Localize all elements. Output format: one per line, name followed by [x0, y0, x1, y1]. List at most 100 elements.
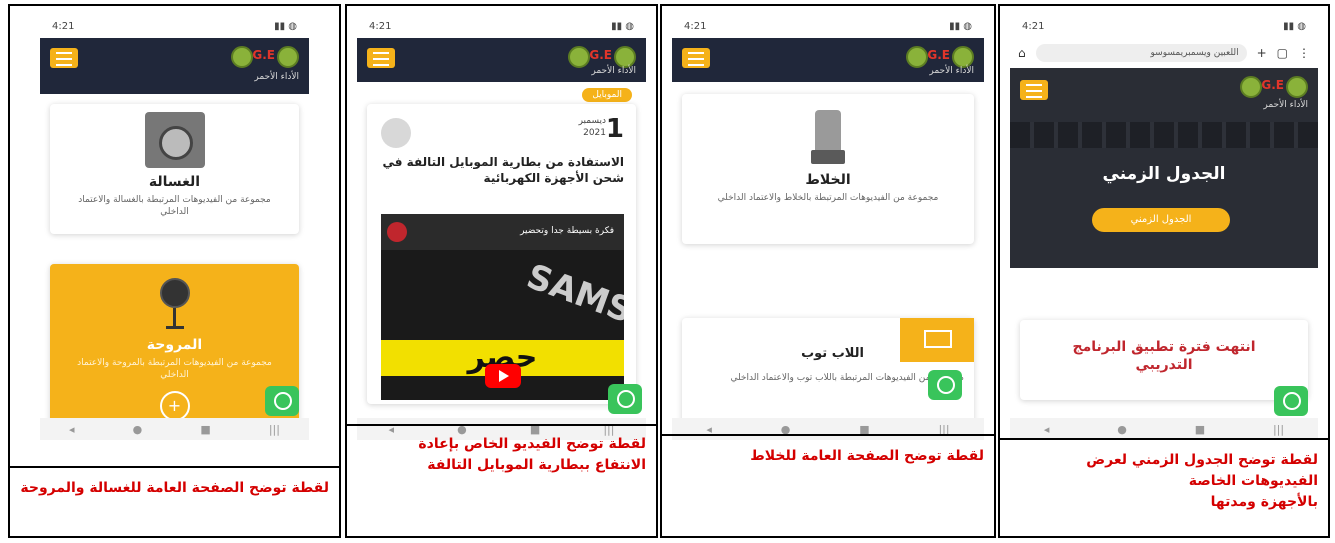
more-icon[interactable]: ⋮: [1298, 46, 1310, 60]
browser-toolbar: ⌂ اللعبين ويسمبريمسوسو + ▢ ⋮: [1010, 38, 1318, 68]
menu-button[interactable]: [1020, 80, 1048, 100]
recents-icon[interactable]: ■: [200, 423, 210, 436]
whatsapp-icon[interactable]: [928, 370, 962, 400]
whatsapp-icon[interactable]: [1274, 386, 1308, 416]
caption-divider: [662, 434, 994, 436]
card-title: اللاب توب: [801, 346, 864, 361]
logo-icon: [906, 46, 928, 68]
app-subtitle: الأداء الأحمر: [929, 66, 974, 76]
caption-line: الفيديوهات الخاصة: [1188, 473, 1318, 489]
whatsapp-icon[interactable]: [608, 384, 642, 414]
phone-screenshot: 4:21 ▮▮ ◍ ⌂ اللعبين ويسمبريمسوسو + ▢ ⋮ G.…: [1010, 14, 1318, 440]
fan-card[interactable]: المروحة مجموعة من الفيديوهات المرتبطة با…: [50, 264, 299, 434]
card-description: مجموعة من الفيديوهات المرتبطة بالخلاط وا…: [717, 193, 939, 203]
washer-card[interactable]: الغسالة مجموعة من الفيديوهات المرتبطة با…: [50, 104, 299, 234]
post-card[interactable]: 1 ديسمبر 2021 الاستفادة من بطارية الموبا…: [367, 104, 636, 404]
card-title: المروحة: [146, 337, 203, 353]
hero-section: G.E الأداء الأحمر الجدول الزمني الجدول ا…: [1010, 68, 1318, 268]
brand-label: G.E: [927, 48, 950, 62]
app-subtitle: الأداء الأحمر: [591, 66, 636, 76]
brand-label: G.E: [252, 48, 275, 62]
blender-icon: [815, 110, 841, 150]
post-day: 1: [605, 114, 624, 144]
app-bar: G.E الأداء الأحمر: [357, 38, 646, 82]
system-nav-bar: ◂ ● ■ |||: [40, 418, 309, 440]
menu-icon[interactable]: |||: [269, 423, 280, 436]
play-icon[interactable]: [484, 364, 521, 388]
url-bar[interactable]: اللعبين ويسمبريمسوسو: [1035, 44, 1247, 62]
back-icon[interactable]: ◂: [1044, 423, 1050, 436]
card-description: مجموعة من الفيديوهات المرتبطة بالمروحة و…: [77, 358, 272, 380]
caption: لقطة توضح الصفحة العامة للغسالة والمروحة: [20, 478, 329, 499]
category-tag[interactable]: الموبايل: [582, 88, 632, 102]
caption-line: لقطة توضح الصفحة العامة للغسالة والمروحة: [20, 480, 329, 496]
tabs-icon[interactable]: ▢: [1277, 46, 1288, 60]
video-brand: SAMS: [521, 256, 624, 332]
fan-icon: [159, 278, 190, 308]
figure-grid: 4:21 ▮▮ ◍ G.E الأداء الأحمر الغسالة مجموع…: [0, 0, 1335, 543]
panel-blender: 4:21 ▮▮ ◍ G.E الأداء الأحمر الخلاط مجموعة…: [660, 4, 996, 538]
notice-text: انتهت فترة تطبيق البرنامج التدريبي: [1072, 339, 1256, 373]
home-icon[interactable]: ⌂: [1018, 46, 1026, 60]
logo-icon: [1286, 76, 1308, 98]
whatsapp-icon[interactable]: [265, 386, 299, 416]
logo-icon: [277, 46, 299, 68]
card-title: الغسالة: [148, 174, 201, 190]
phone-screenshot: 4:21 ▮▮ ◍ G.E الأداء الأحمر الموبايل 1 دي…: [357, 14, 646, 440]
video-title: فكرة بسيطة جدا وتحضير: [520, 226, 614, 236]
caption: لقطة توضح الفيديو الخاص بإعادة الانتفاع …: [357, 434, 646, 476]
app-subtitle: الأداء الأحمر: [1263, 100, 1308, 110]
system-nav-bar: ◂ ● ■ |||: [672, 418, 984, 440]
menu-icon[interactable]: |||: [1273, 423, 1284, 436]
menu-button[interactable]: [367, 48, 395, 68]
channel-avatar: [387, 222, 407, 242]
caption-line: بالأجهزة ومدتها: [1210, 494, 1318, 510]
post-year: 2021: [583, 128, 606, 138]
new-tab-icon[interactable]: +: [1257, 46, 1267, 60]
system-nav-bar: ◂ ● ■ |||: [1010, 418, 1318, 440]
caption-line: الانتفاع ببطارية الموبايل التالفة: [427, 457, 646, 473]
washing-machine-icon: [144, 112, 205, 168]
caption-line: لقطة توضح الجدول الزمني لعرض: [1086, 452, 1318, 468]
menu-button[interactable]: [50, 48, 78, 68]
back-icon[interactable]: ◂: [69, 423, 75, 436]
logo-icon: [231, 46, 253, 68]
status-bar: 4:21 ▮▮ ◍: [357, 14, 646, 38]
logo-icon: [568, 46, 590, 68]
app-subtitle: الأداء الأحمر: [254, 72, 299, 82]
menu-button[interactable]: [682, 48, 710, 68]
caption-line: لقطة توضح الصفحة العامة للخلاط: [750, 448, 984, 464]
caption-divider: [1000, 438, 1328, 440]
phone-screenshot: 4:21 ▮▮ ◍ G.E الأداء الأحمر الغسالة مجموع…: [40, 14, 309, 440]
video-player[interactable]: فكرة بسيطة جدا وتحضير SAMS حصر: [381, 214, 624, 400]
blender-card[interactable]: الخلاط مجموعة من الفيديوهات المرتبطة بال…: [682, 94, 974, 244]
app-bar: G.E الأداء الأحمر: [40, 38, 309, 94]
timetable-button[interactable]: الجدول الزمني: [1092, 208, 1230, 232]
avatar: [381, 118, 411, 148]
caption: لقطة توضح الجدول الزمني لعرض الفيديوهات …: [1010, 450, 1318, 513]
caption-divider: [10, 466, 339, 468]
home-icon[interactable]: ●: [1117, 423, 1127, 436]
caption-divider: [347, 424, 656, 426]
panel-washer: 4:21 ▮▮ ◍ G.E الأداء الأحمر الغسالة مجموع…: [8, 4, 341, 538]
status-bar: 4:21 ▮▮ ◍: [672, 14, 984, 38]
hero-title: الجدول الزمني: [1102, 164, 1226, 184]
app-bar: G.E الأداء الأحمر: [672, 38, 984, 82]
recents-icon[interactable]: ■: [1195, 423, 1205, 436]
post-title: الاستفادة من بطارية الموبايل التالفة في …: [382, 155, 625, 185]
notice-card: انتهت فترة تطبيق البرنامج التدريبي: [1020, 320, 1308, 400]
status-bar: 4:21 ▮▮ ◍: [1010, 14, 1318, 38]
home-icon[interactable]: ●: [133, 423, 143, 436]
card-description: مجموعة من الفيديوهات المرتبطة بالغسالة و…: [78, 195, 271, 217]
brand-label: G.E: [589, 48, 612, 62]
brand-label: G.E: [1261, 78, 1284, 92]
status-bar: 4:21 ▮▮ ◍: [40, 14, 309, 38]
logo-icon: [1240, 76, 1262, 98]
phone-screenshot: 4:21 ▮▮ ◍ G.E الأداء الأحمر الخلاط مجموعة…: [672, 14, 984, 440]
caption-line: لقطة توضح الفيديو الخاص بإعادة: [418, 436, 646, 452]
add-button[interactable]: +: [159, 391, 190, 421]
logo-icon: [952, 46, 974, 68]
card-title: الخلاط: [805, 172, 851, 188]
panel-timetable: 4:21 ▮▮ ◍ ⌂ اللعبين ويسمبريمسوسو + ▢ ⋮ G.…: [998, 4, 1330, 538]
laptop-icon: [900, 318, 974, 362]
